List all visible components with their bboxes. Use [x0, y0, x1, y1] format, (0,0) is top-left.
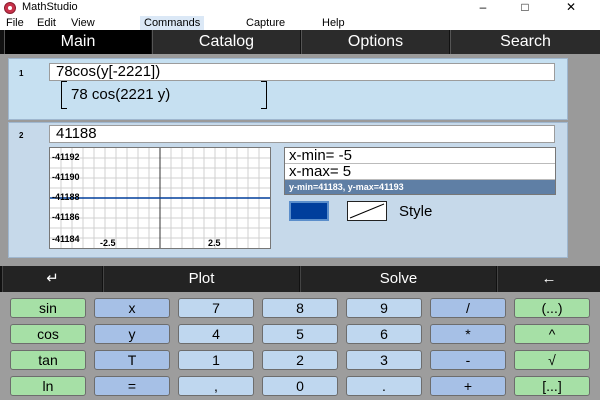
notebook-block-2: 2 41188 -41192 -41190 -41188 -41186 -411… [8, 122, 568, 258]
close-button[interactable]: ✕ [548, 0, 594, 16]
menu-file[interactable]: File [2, 16, 28, 30]
key-ln[interactable]: ln [10, 376, 86, 396]
key-sin[interactable]: sin [10, 298, 86, 318]
app-logo-icon [4, 2, 16, 14]
y-tick-label: -41184 [52, 234, 80, 244]
key-5[interactable]: 5 [262, 324, 338, 344]
key-8[interactable]: 8 [262, 298, 338, 318]
line-color-button[interactable] [289, 201, 329, 221]
notebook-block-1: 1 78cos(y[-2221]) 78 cos(2221 y) [8, 58, 568, 120]
plot-graph [50, 148, 270, 248]
y-tick-label: -41192 [52, 152, 80, 162]
minimize-button[interactable]: – [460, 0, 506, 16]
key-1[interactable]: 1 [178, 350, 254, 370]
key-plus[interactable]: + [430, 376, 506, 396]
keypad: sin x 7 8 9 / (...) cos y 4 5 6 * ^ tan … [0, 292, 600, 400]
expression-input[interactable]: 41188 [49, 125, 555, 143]
key-7[interactable]: 7 [178, 298, 254, 318]
tab-options[interactable]: Options [301, 30, 449, 54]
key-comma[interactable]: , [178, 376, 254, 396]
key-tan[interactable]: tan [10, 350, 86, 370]
key-divide[interactable]: / [430, 298, 506, 318]
block-number: 2 [19, 131, 24, 140]
line-style-button[interactable] [347, 201, 387, 221]
key-brackets[interactable]: [...] [514, 376, 590, 396]
tab-catalog[interactable]: Catalog [152, 30, 300, 54]
menu-edit[interactable]: Edit [33, 16, 60, 30]
y-range-info: y-min=41183, y-max=41193 [285, 180, 555, 194]
workspace-scrollbar[interactable] [570, 54, 600, 266]
key-x[interactable]: x [94, 298, 170, 318]
key-multiply[interactable]: * [430, 324, 506, 344]
key-y[interactable]: y [94, 324, 170, 344]
result-output: 78 cos(2221 y) [43, 81, 267, 113]
menu-commands[interactable]: Commands [140, 16, 205, 30]
expression-input[interactable]: 78cos(y[-2221]) [49, 63, 555, 81]
backspace-button[interactable]: ← [497, 266, 600, 292]
window-title: MathStudio [22, 1, 78, 13]
y-tick-label: -41186 [52, 212, 80, 222]
key-sqrt[interactable]: √ [514, 350, 590, 370]
plot-area[interactable]: -41192 -41190 -41188 -41186 -41184 -2.5 … [49, 147, 271, 249]
key-9[interactable]: 9 [346, 298, 422, 318]
key-3[interactable]: 3 [346, 350, 422, 370]
key-0[interactable]: 0 [262, 376, 338, 396]
plot-range-panel: x-min= -5 x-max= 5 y-min=41183, y-max=41… [284, 147, 556, 195]
plot-button[interactable]: Plot [103, 266, 299, 292]
key-minus[interactable]: - [430, 350, 506, 370]
key-equals[interactable]: = [94, 376, 170, 396]
tab-main[interactable]: Main [4, 30, 151, 54]
key-cos[interactable]: cos [10, 324, 86, 344]
maximize-button[interactable]: □ [502, 0, 548, 16]
diagonal-line-icon [349, 203, 385, 219]
action-bar: ↵ Plot Solve ← [0, 266, 600, 292]
x-tick-label: -2.5 [100, 238, 116, 248]
y-tick-label: -41190 [52, 172, 80, 182]
key-2[interactable]: 2 [262, 350, 338, 370]
notebook-workspace: 1 78cos(y[-2221]) 78 cos(2221 y) 2 41188 [0, 54, 600, 266]
enter-button[interactable]: ↵ [2, 266, 102, 292]
style-label: Style [399, 203, 433, 220]
menu-bar: File Edit View Commands Capture Help [0, 16, 600, 30]
key-4[interactable]: 4 [178, 324, 254, 344]
y-tick-label: -41188 [52, 192, 80, 202]
block-number: 1 [19, 69, 24, 78]
result-text: 78 cos(2221 y) [71, 86, 171, 103]
title-bar: MathStudio – □ ✕ [0, 0, 600, 16]
x-max-field[interactable]: x-max= 5 [285, 164, 555, 180]
x-min-field[interactable]: x-min= -5 [285, 148, 555, 164]
key-decimal[interactable]: . [346, 376, 422, 396]
x-tick-label: 2.5 [208, 238, 221, 248]
menu-help[interactable]: Help [318, 16, 349, 30]
tab-search[interactable]: Search [450, 30, 600, 54]
menu-capture[interactable]: Capture [242, 16, 289, 30]
key-t[interactable]: T [94, 350, 170, 370]
key-parentheses[interactable]: (...) [514, 298, 590, 318]
key-6[interactable]: 6 [346, 324, 422, 344]
solve-button[interactable]: Solve [300, 266, 496, 292]
bracket-left [61, 81, 67, 109]
menu-view[interactable]: View [67, 16, 99, 30]
bracket-right [261, 81, 267, 109]
main-tab-bar: Main Catalog Options Search [0, 30, 600, 54]
key-power[interactable]: ^ [514, 324, 590, 344]
